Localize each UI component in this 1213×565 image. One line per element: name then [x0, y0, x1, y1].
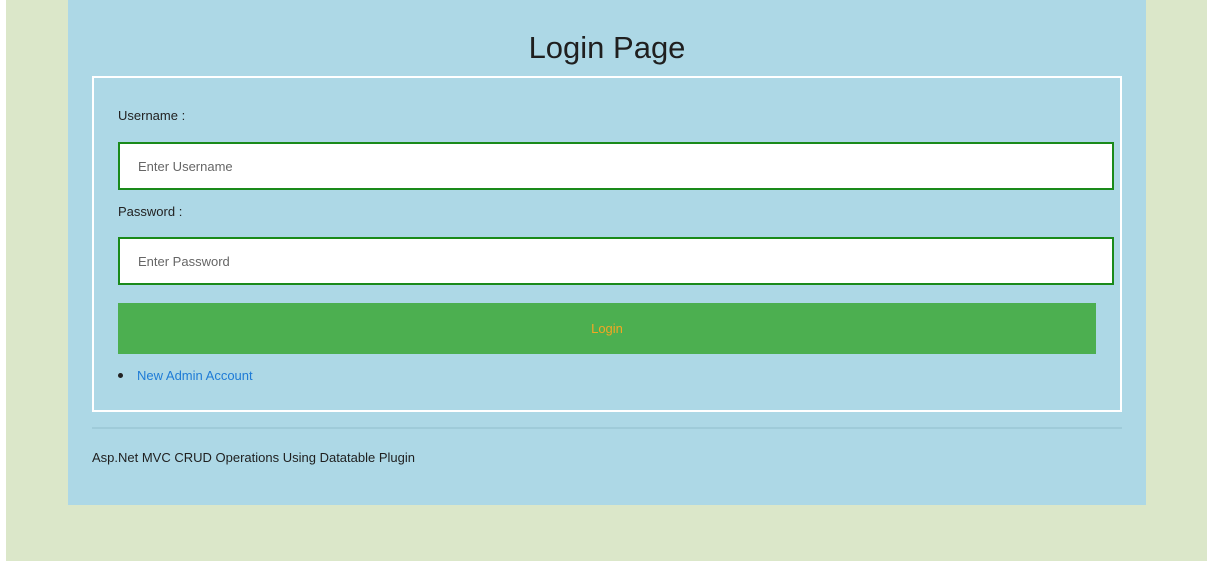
new-admin-account-link[interactable]: New Admin Account	[137, 368, 253, 383]
username-label: Username :	[118, 108, 186, 123]
page-title: Login Page	[528, 30, 686, 65]
password-label: Password :	[118, 204, 183, 219]
main-panel: Login Page Username : Password : Login N…	[68, 0, 1146, 505]
divider	[92, 427, 1122, 429]
login-form: Username : Password : Login New Admin Ac…	[92, 76, 1122, 412]
footer-text: Asp.Net MVC CRUD Operations Using Datata…	[92, 450, 415, 465]
login-button[interactable]: Login	[118, 303, 1096, 354]
password-input[interactable]	[118, 237, 1114, 285]
link-list: New Admin Account	[118, 368, 253, 384]
username-input[interactable]	[118, 142, 1114, 190]
bullet-icon	[118, 372, 123, 378]
list-item: New Admin Account	[118, 368, 253, 384]
